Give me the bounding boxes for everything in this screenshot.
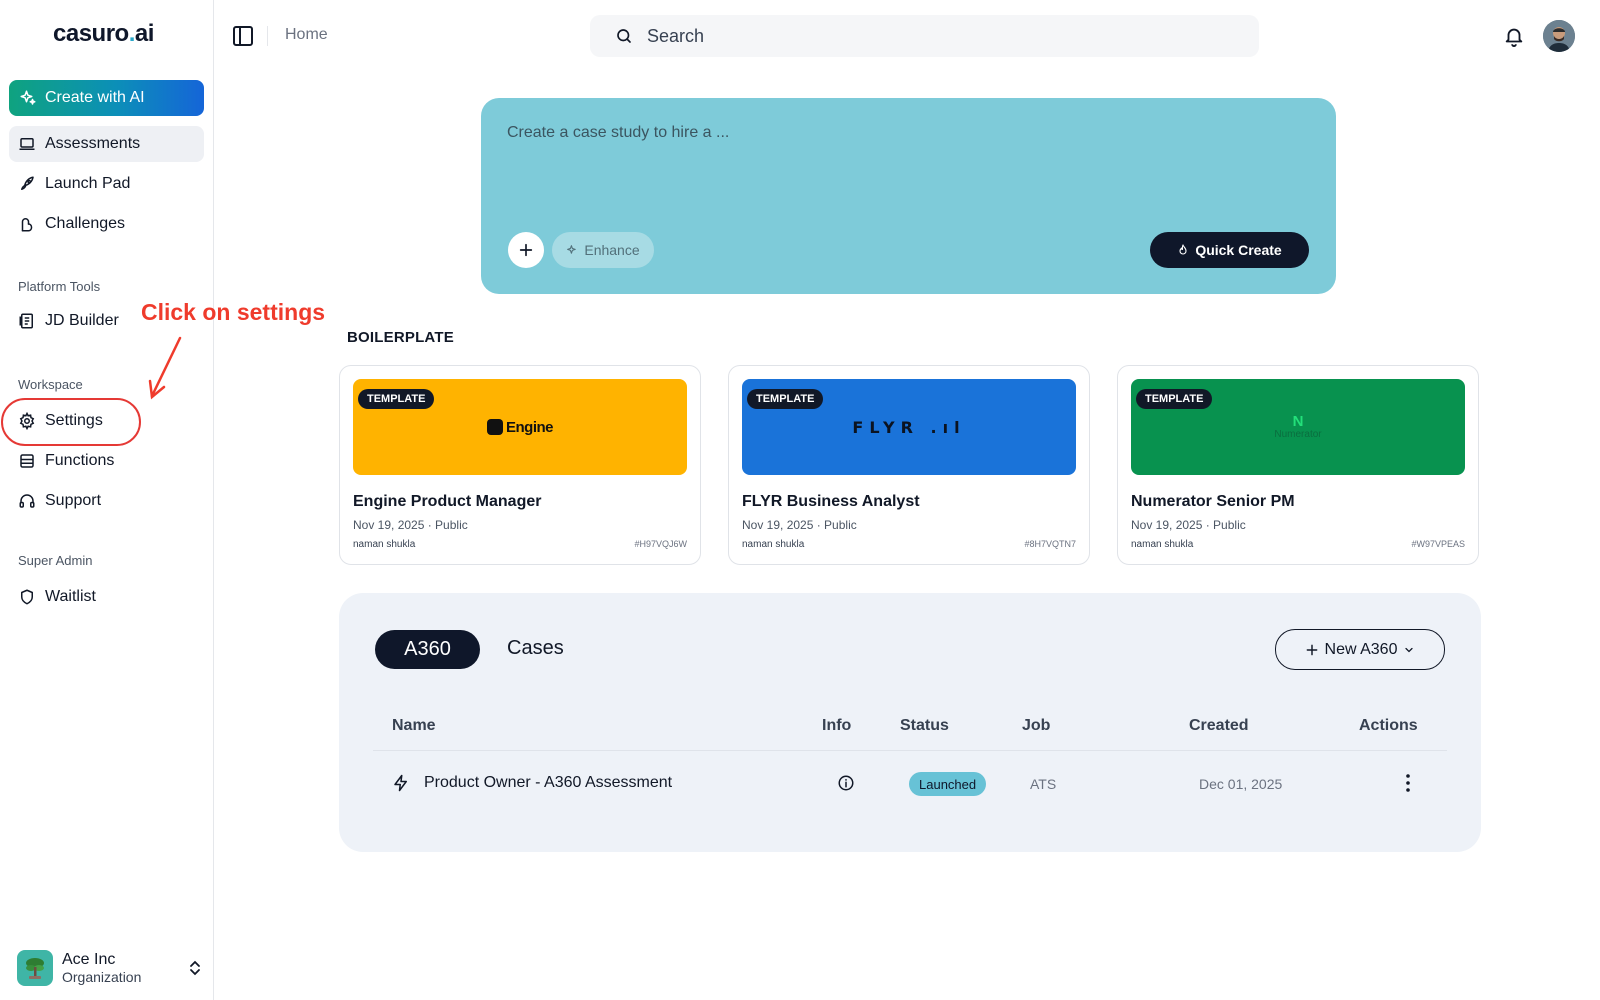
- add-attachment-button[interactable]: [508, 232, 544, 268]
- column-header-status[interactable]: Status: [900, 717, 949, 735]
- template-code: #H97VQJ6W: [634, 539, 687, 549]
- template-title: Numerator Senior PM: [1131, 493, 1295, 510]
- assessments-panel: A360 Cases New A360 Name Info Status Job…: [339, 593, 1481, 852]
- headset-icon: [19, 494, 35, 508]
- template-pill: TEMPLATE: [1136, 389, 1213, 409]
- chevron-up-down-icon: [190, 960, 200, 976]
- challenge-icon: [21, 218, 33, 232]
- template-card[interactable]: FLYR .ıl TEMPLATE FLYR Business Analyst …: [728, 365, 1090, 565]
- sidebar-item-label: Waitlist: [45, 588, 96, 605]
- functions-icon: [20, 454, 34, 468]
- create-with-ai-label: Create with AI: [45, 89, 145, 106]
- sidebar-toggle-icon[interactable]: [231, 24, 255, 48]
- template-code: #8H7VQTN7: [1024, 539, 1076, 549]
- table-row-created: Dec 01, 2025: [1199, 776, 1283, 792]
- template-pill: TEMPLATE: [358, 389, 435, 409]
- sparkle-icon: [567, 244, 577, 254]
- boilerplate-heading: BOILERPLATE: [347, 329, 454, 346]
- laptop-icon: [19, 138, 35, 150]
- table-row-job: ATS: [1030, 776, 1057, 792]
- org-name: Ace Inc: [62, 951, 116, 968]
- column-header-name[interactable]: Name: [392, 717, 436, 735]
- prompt-input[interactable]: [507, 124, 1287, 204]
- column-header-job[interactable]: Job: [1022, 717, 1050, 735]
- status-badge: Launched: [909, 772, 987, 796]
- create-with-ai-button[interactable]: Create with AI: [9, 80, 204, 116]
- tab-a360[interactable]: A360: [375, 630, 480, 669]
- sidebar-item-label: JD Builder: [45, 312, 119, 329]
- table-row-name[interactable]: Product Owner - A360 Assessment: [424, 774, 672, 792]
- sidebar-item-label: Challenges: [45, 215, 126, 232]
- bolt-icon: [394, 774, 407, 792]
- sidebar-item-launch-pad[interactable]: Launch Pad: [9, 166, 204, 202]
- numerator-logo: N Numerator: [1274, 413, 1322, 440]
- plus-icon: [519, 243, 533, 257]
- sidebar-item-label: Functions: [45, 452, 115, 469]
- section-label-platform-tools: Platform Tools: [18, 279, 101, 294]
- sparkle-icon: [20, 90, 36, 105]
- column-header-created[interactable]: Created: [1189, 717, 1249, 735]
- sidebar: casuro.ai Create with AI Assessments Lau…: [0, 0, 214, 1000]
- org-avatar: [17, 950, 53, 986]
- table-divider: [373, 750, 1447, 751]
- sidebar-item-assessments[interactable]: Assessments: [9, 126, 204, 162]
- flyr-logo: FLYR .ıl: [852, 417, 966, 437]
- plus-icon: [1306, 644, 1317, 655]
- template-pill: TEMPLATE: [747, 389, 824, 409]
- template-title: FLYR Business Analyst: [742, 493, 920, 510]
- annotation-highlight-ring: [1, 398, 141, 446]
- sidebar-item-waitlist[interactable]: Waitlist: [9, 579, 204, 615]
- rocket-icon: [21, 176, 34, 190]
- new-a360-button[interactable]: New A360: [1275, 629, 1445, 670]
- user-photo-icon: [1543, 20, 1575, 52]
- new-a360-label: New A360: [1324, 640, 1398, 658]
- more-vertical-icon[interactable]: [1399, 772, 1417, 794]
- info-icon[interactable]: [837, 774, 855, 792]
- enhance-label: Enhance: [584, 242, 640, 258]
- sidebar-item-functions[interactable]: Functions: [9, 443, 204, 479]
- section-label-super-admin: Super Admin: [18, 553, 93, 568]
- template-code: #W97VPEAS: [1411, 539, 1465, 549]
- user-avatar[interactable]: [1543, 20, 1575, 52]
- template-card[interactable]: Engine TEMPLATE Engine Product Manager N…: [339, 365, 701, 565]
- template-author: naman shukla: [1131, 539, 1194, 550]
- bell-icon[interactable]: [1503, 24, 1525, 48]
- search-input[interactable]: [647, 25, 1207, 47]
- template-card[interactable]: N Numerator TEMPLATE Numerator Senior PM …: [1117, 365, 1479, 565]
- template-meta: Nov 19, 2025 · Public: [742, 518, 857, 532]
- breadcrumb[interactable]: Home: [285, 26, 328, 44]
- enhance-button[interactable]: Enhance: [552, 232, 654, 268]
- template-author: naman shukla: [742, 539, 805, 550]
- template-title: Engine Product Manager: [353, 493, 542, 510]
- jd-builder-icon: [19, 313, 33, 329]
- template-meta: Nov 19, 2025 · Public: [353, 518, 468, 532]
- casuro-logo[interactable]: casuro.ai: [53, 20, 154, 48]
- sidebar-item-label: Support: [45, 492, 102, 509]
- section-label-workspace: Workspace: [18, 377, 83, 392]
- sidebar-item-label: Assessments: [45, 135, 141, 152]
- header-divider: [267, 26, 268, 46]
- annotation-arrow-icon: [148, 336, 182, 400]
- sidebar-item-support[interactable]: Support: [9, 483, 204, 519]
- column-header-actions[interactable]: Actions: [1359, 717, 1418, 735]
- template-meta: Nov 19, 2025 · Public: [1131, 518, 1246, 532]
- search-icon: [617, 29, 631, 43]
- sidebar-item-label: Launch Pad: [45, 175, 131, 192]
- quick-create-button[interactable]: Quick Create: [1150, 232, 1309, 268]
- chevron-down-icon: [1405, 647, 1414, 652]
- prompt-card: Enhance Quick Create: [481, 98, 1336, 294]
- flame-icon: [1179, 244, 1187, 255]
- engine-logo: Engine: [486, 419, 554, 436]
- tree-icon: [26, 958, 44, 979]
- tab-cases[interactable]: Cases: [507, 637, 564, 660]
- search-bar[interactable]: [590, 15, 1259, 57]
- org-type: Organization: [62, 969, 142, 985]
- shield-icon: [21, 589, 33, 605]
- quick-create-label: Quick Create: [1195, 242, 1282, 258]
- organization-switcher[interactable]: Ace Inc Organization: [17, 948, 202, 988]
- sidebar-item-challenges[interactable]: Challenges: [9, 206, 204, 242]
- template-author: naman shukla: [353, 539, 416, 550]
- annotation-text: Click on settings: [141, 299, 326, 325]
- column-header-info[interactable]: Info: [822, 717, 851, 735]
